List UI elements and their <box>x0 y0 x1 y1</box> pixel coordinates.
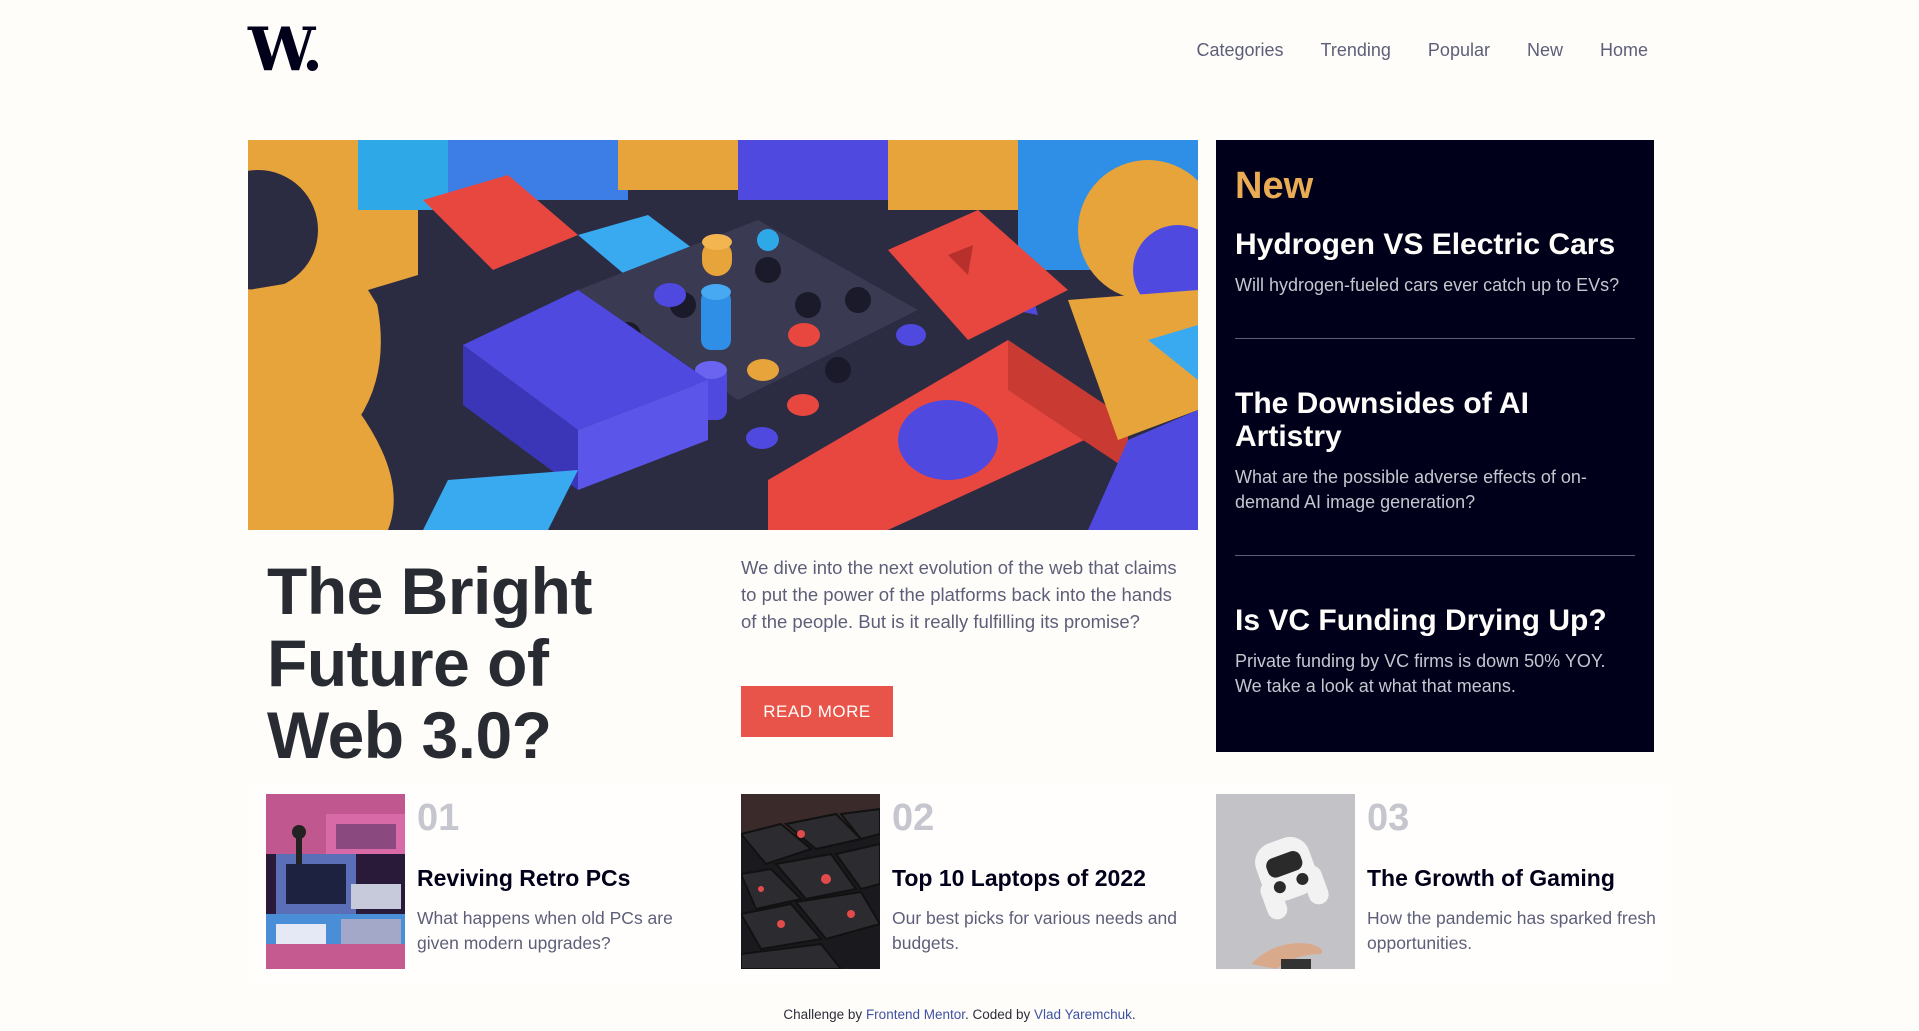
attribution-middle: . Coded by <box>965 1007 1035 1022</box>
article-description: What happens when old PCs are given mode… <box>417 908 673 953</box>
new-item-description: Private funding by VC firms is down 50% … <box>1235 651 1606 696</box>
attribution-prefix: Challenge by <box>783 1007 866 1022</box>
retro-pc-thumbnail[interactable] <box>266 794 405 969</box>
nav-link-popular[interactable]: Popular <box>1428 40 1490 61</box>
laptop-keyboard-thumbnail[interactable] <box>741 794 880 969</box>
site-logo[interactable]: W. <box>248 20 323 80</box>
article-number: 03 <box>1367 797 1410 839</box>
divider <box>1235 555 1635 556</box>
read-more-button[interactable]: READ MORE <box>741 686 893 737</box>
abstract-blocks-illustration <box>248 140 1198 530</box>
new-item-title[interactable]: Is VC Funding Drying Up? <box>1235 604 1635 637</box>
nav-link-trending[interactable]: Trending <box>1321 40 1391 61</box>
game-controller-thumbnail[interactable] <box>1216 794 1355 969</box>
main-nav: Categories Trending Popular New Home <box>1197 40 1649 61</box>
new-articles-panel: New Hydrogen VS Electric Cars Will hydro… <box>1216 140 1654 752</box>
new-item-description: Will hydrogen-fueled cars ever catch up … <box>1235 275 1620 295</box>
new-panel-heading: New <box>1235 165 1314 207</box>
hero-description: We dive into the next evolution of the w… <box>741 557 1177 632</box>
frontend-mentor-link[interactable]: Frontend Mentor <box>866 1007 965 1022</box>
hero-image <box>248 140 1198 530</box>
new-item-title[interactable]: The Downsides of AI Artistry <box>1235 387 1635 453</box>
site-header: W. Categories Trending Popular New Home <box>248 20 1649 82</box>
article-title[interactable]: Reviving Retro PCs <box>417 864 630 892</box>
nav-link-categories[interactable]: Categories <box>1197 40 1284 61</box>
nav-link-home[interactable]: Home <box>1600 40 1648 61</box>
article-title[interactable]: Top 10 Laptops of 2022 <box>892 864 1146 892</box>
new-item-description: What are the possible adverse effects of… <box>1235 467 1587 512</box>
author-link[interactable]: Vlad Yaremchuk <box>1034 1007 1132 1022</box>
new-item-title[interactable]: Hydrogen VS Electric Cars <box>1235 228 1635 261</box>
divider <box>1235 338 1635 339</box>
new-item[interactable]: Is VC Funding Drying Up? Private funding… <box>1235 604 1635 699</box>
article-card[interactable]: 01 Reviving Retro PCs What happens when … <box>266 794 726 969</box>
article-number: 02 <box>892 797 935 839</box>
article-card[interactable]: 03 The Growth of Gaming How the pandemic… <box>1216 794 1676 969</box>
attribution: Challenge by Frontend Mentor. Coded by V… <box>0 1007 1919 1022</box>
hero-title: The Bright Future of Web 3.0? <box>267 554 592 772</box>
nav-link-new[interactable]: New <box>1527 40 1563 61</box>
new-item[interactable]: The Downsides of AI Artistry What are th… <box>1235 387 1635 515</box>
new-item[interactable]: Hydrogen VS Electric Cars Will hydrogen-… <box>1235 228 1635 298</box>
article-title[interactable]: The Growth of Gaming <box>1367 864 1615 892</box>
article-card[interactable]: 02 Top 10 Laptops of 2022 Our best picks… <box>741 794 1201 969</box>
article-number: 01 <box>417 797 460 839</box>
attribution-suffix: . <box>1131 1007 1136 1022</box>
article-description: How the pandemic has sparked fresh oppor… <box>1367 908 1656 953</box>
article-description: Our best picks for various needs and bud… <box>892 908 1178 953</box>
